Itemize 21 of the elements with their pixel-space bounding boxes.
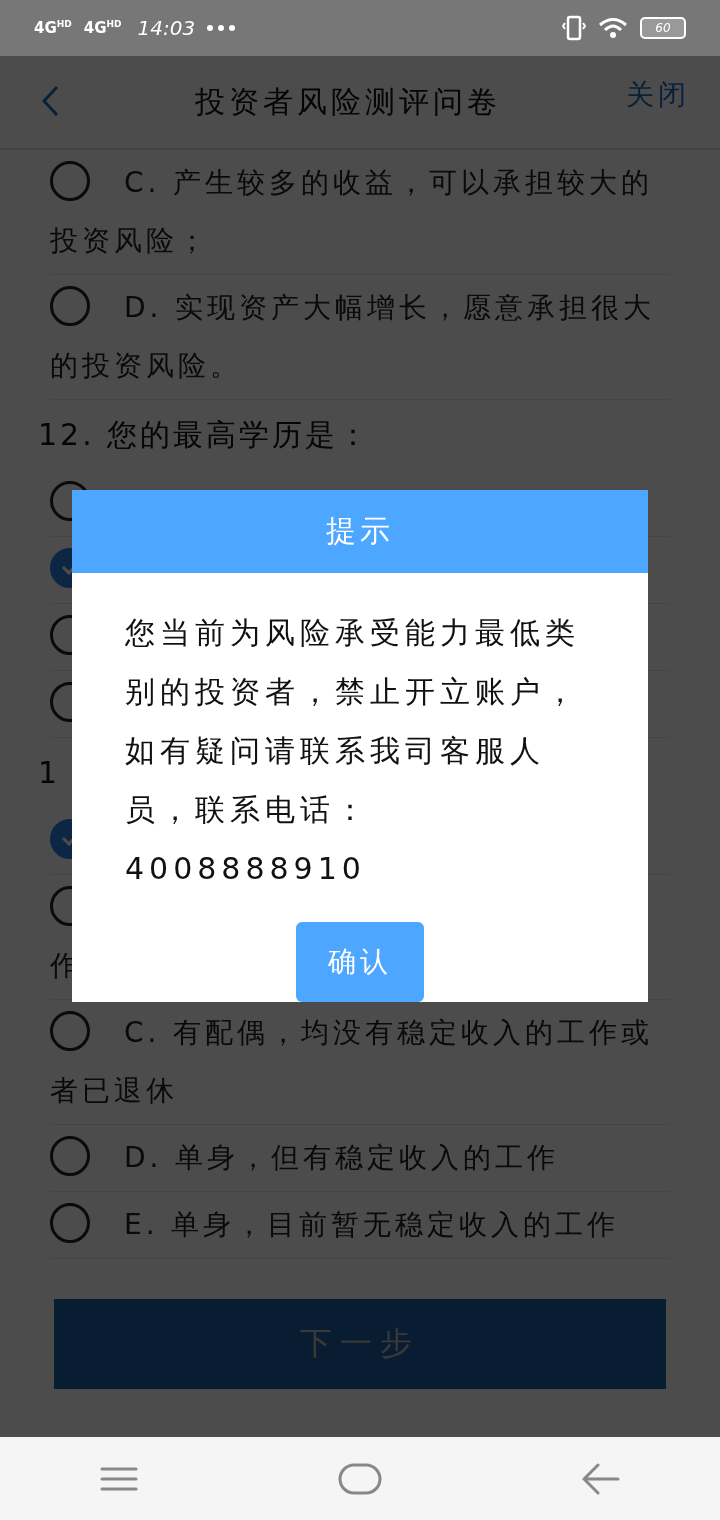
- close-button[interactable]: 关闭: [626, 76, 690, 114]
- confirm-button[interactable]: 确认: [296, 922, 424, 1002]
- question-title: 12. 您的最高学历是：: [38, 416, 372, 454]
- network-label: 4G$^{HD}$: [83, 20, 122, 36]
- page-title: 投资者风险测评问卷: [195, 82, 501, 121]
- radio-option[interactable]: E. 单身，目前暂无稳定收入的工作: [50, 1192, 670, 1259]
- clock: 14:03: [137, 16, 196, 40]
- home-icon[interactable]: [338, 1462, 382, 1495]
- battery-icon: 60: [640, 17, 686, 39]
- radio-option[interactable]: C. 产生较多的收益，可以承担较大的投资风险；: [50, 150, 670, 275]
- question-title: 1: [38, 754, 61, 792]
- dialog-message: 您当前为风险承受能力最低类别的投资者，禁止开立账户，如有疑问请联系我司客服人员，联系电话：4008888910: [125, 614, 581, 889]
- radio-option[interactable]: D. 实现资产大幅增长，愿意承担很大的投资风险。: [50, 275, 670, 400]
- menu-icon[interactable]: [100, 1466, 138, 1491]
- network-label: 4G$^{HD}$: [34, 20, 72, 36]
- radio-option[interactable]: D. 单身，但有稳定收入的工作: [50, 1125, 670, 1192]
- vibrate-icon: [562, 15, 586, 41]
- back-icon[interactable]: [582, 1462, 620, 1495]
- more-icon: [207, 25, 236, 31]
- dialog-title: 提示: [72, 490, 648, 574]
- wifi-icon: [598, 17, 628, 39]
